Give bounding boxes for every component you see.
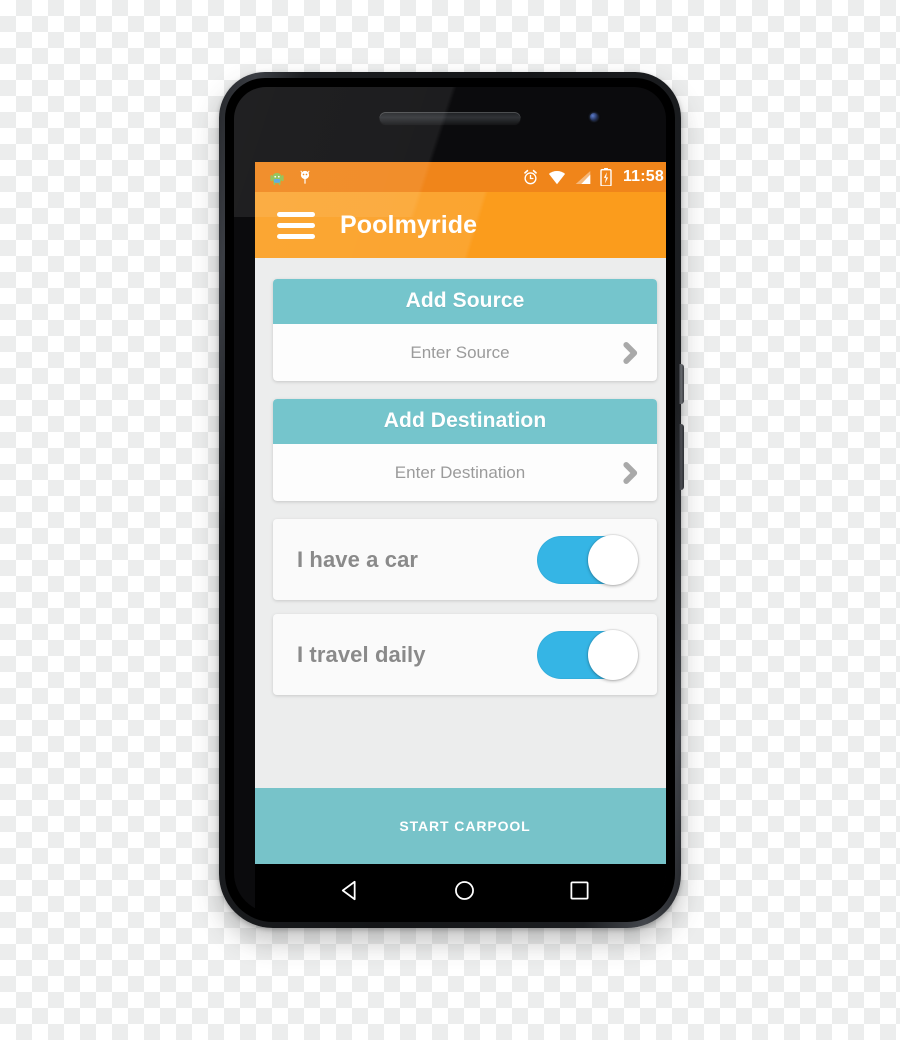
android-bugdroid-icon <box>270 172 284 186</box>
status-bar-left-icons <box>268 168 313 186</box>
add-source-card: Add Source Enter Source <box>273 279 657 381</box>
alarm-clock-icon <box>524 169 537 184</box>
phone-device-frame: 11:58 Poolmyride Add Source Enter Source… <box>219 72 684 928</box>
start-carpool-button[interactable]: START CARPOOL <box>255 788 666 864</box>
source-input[interactable]: Enter Source <box>273 343 617 363</box>
have-car-label: I have a car <box>297 546 419 572</box>
device-glass: 11:58 Poolmyride Add Source Enter Source… <box>234 87 666 913</box>
destination-input[interactable]: Enter Destination <box>273 463 617 483</box>
phone-screen: 11:58 Poolmyride Add Source Enter Source… <box>255 162 666 864</box>
toggle-knob <box>588 629 638 680</box>
status-bar-clock: 11:58 <box>622 168 664 185</box>
travel-daily-row: I travel daily <box>273 614 657 695</box>
chevron-right-icon[interactable] <box>617 340 643 366</box>
add-destination-header: Add Destination <box>273 399 657 444</box>
have-car-row: I have a car <box>273 519 657 600</box>
wifi-icon <box>548 170 566 184</box>
destination-input-row[interactable]: Enter Destination <box>273 444 657 501</box>
recents-button[interactable] <box>567 878 592 903</box>
android-navigation-bar <box>255 864 666 913</box>
app-bar: Poolmyride <box>255 192 666 258</box>
travel-daily-label: I travel daily <box>297 641 426 667</box>
toggle-knob <box>588 534 638 585</box>
cellular-signal-icon <box>575 170 591 184</box>
chevron-right-icon[interactable] <box>617 460 643 486</box>
device-bezel: 11:58 Poolmyride Add Source Enter Source… <box>225 78 675 922</box>
hamburger-menu-icon[interactable] <box>277 211 315 239</box>
power-button[interactable] <box>679 364 684 404</box>
back-button[interactable] <box>338 878 363 903</box>
have-car-toggle[interactable] <box>537 534 638 585</box>
earpiece-speaker <box>379 112 521 124</box>
add-source-header: Add Source <box>273 279 657 324</box>
android-debug-icon <box>300 170 310 184</box>
front-camera-icon <box>590 113 598 121</box>
source-input-row[interactable]: Enter Source <box>273 324 657 381</box>
volume-button[interactable] <box>679 424 684 490</box>
travel-daily-toggle[interactable] <box>537 629 638 680</box>
battery-charging-icon <box>600 168 612 186</box>
status-bar-right-icons: 11:58 <box>522 168 664 186</box>
home-button[interactable] <box>452 878 477 903</box>
status-bar: 11:58 <box>255 162 666 192</box>
main-content: Add Source Enter Source Add Destination <box>255 258 666 788</box>
page-title: Poolmyride <box>340 210 478 239</box>
add-destination-card: Add Destination Enter Destination <box>273 399 657 501</box>
